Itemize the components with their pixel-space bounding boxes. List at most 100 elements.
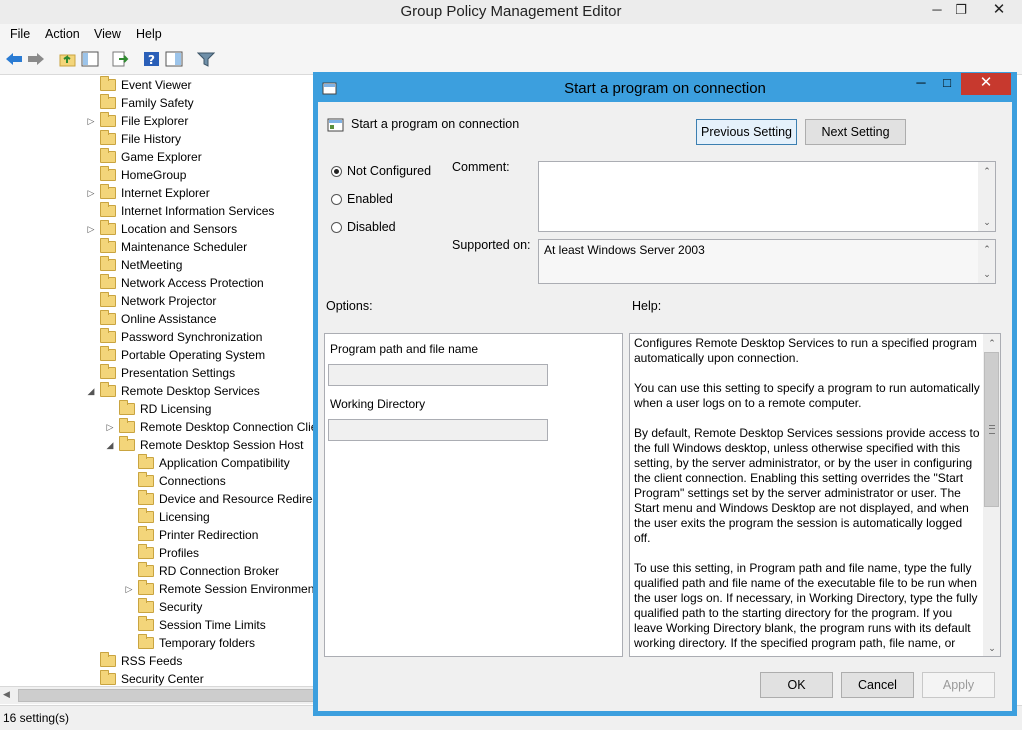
working-dir-label: Working Directory (330, 397, 426, 411)
svg-text:?: ? (148, 53, 155, 67)
folder-icon (138, 543, 154, 559)
comment-scroll-down-icon[interactable]: ⌄ (979, 214, 995, 230)
supported-on-field: At least Windows Server 2003 ⌃ ⌄ (538, 239, 996, 284)
collapsed-arrow-icon[interactable]: ▷ (105, 418, 115, 436)
menu-action[interactable]: Action (45, 27, 80, 41)
menu-view[interactable]: View (94, 27, 121, 41)
tree-item[interactable]: Presentation Settings (100, 363, 235, 382)
tree-horizontal-scrollbar[interactable]: ◀ (0, 686, 316, 704)
help-scroll-up-icon[interactable]: ⌃ (984, 335, 1000, 351)
policy-tree[interactable]: Event Viewer Family Safety ▷ File Explorer F… (0, 76, 317, 686)
back-arrow-icon[interactable] (4, 50, 24, 68)
tree-item[interactable]: Password Synchronization (100, 327, 262, 346)
tree-item[interactable]: Network Projector (100, 291, 216, 310)
tree-item[interactable]: File History (100, 129, 181, 148)
comment-scroll-up-icon[interactable]: ⌃ (979, 163, 995, 179)
radio-not-configured[interactable] (331, 166, 342, 177)
scroll-thumb[interactable] (18, 689, 316, 702)
radio-disabled[interactable] (331, 222, 342, 233)
supported-scroll-down-icon[interactable]: ⌄ (979, 266, 995, 282)
tree-item[interactable]: Temporary folders (138, 633, 255, 652)
tree-item[interactable]: Device and Resource Redirection (138, 489, 316, 508)
close-button[interactable]: ✕ (984, 0, 1014, 22)
help-icon[interactable]: ? (142, 50, 162, 68)
collapsed-arrow-icon[interactable]: ▷ (86, 112, 96, 130)
menu-file[interactable]: File (10, 27, 30, 41)
tree-item[interactable]: Profiles (138, 543, 199, 562)
tree-item[interactable]: Application Compatibility (138, 453, 290, 472)
tree-item[interactable]: Family Safety (100, 93, 194, 112)
folder-icon (100, 93, 116, 109)
apply-button[interactable]: Apply (922, 672, 995, 698)
comment-textarea[interactable]: ⌃ ⌄ (538, 161, 996, 232)
working-dir-input[interactable] (328, 419, 548, 441)
up-folder-icon[interactable] (58, 50, 78, 68)
tree-item[interactable]: Internet Information Services (100, 201, 274, 220)
folder-icon (100, 669, 116, 685)
tree-item[interactable]: ◢ Remote Desktop Services (88, 381, 260, 400)
tree-item[interactable]: Licensing (138, 507, 210, 526)
tree-item[interactable]: ▷ Remote Session Environment (126, 579, 316, 598)
tree-item[interactable]: Event Viewer (100, 76, 191, 94)
tree-item-label: Family Safety (121, 96, 194, 110)
tree-item[interactable]: HomeGroup (100, 165, 186, 184)
export-list-icon[interactable] (110, 50, 130, 68)
tree-item[interactable]: ▷ File Explorer (88, 111, 188, 130)
collapsed-arrow-icon[interactable]: ▷ (124, 580, 134, 598)
tree-item[interactable]: ▷ Internet Explorer (88, 183, 210, 202)
tree-item[interactable]: Security Center (100, 669, 204, 686)
tree-item[interactable]: Security (138, 597, 202, 616)
tree-item[interactable]: Portable Operating System (100, 345, 265, 364)
tree-item[interactable]: Printer Redirection (138, 525, 258, 544)
tree-item-label: RD Licensing (140, 402, 212, 416)
radio-not-configured-label[interactable]: Not Configured (347, 164, 431, 178)
ok-button[interactable]: OK (760, 672, 833, 698)
tree-item[interactable]: ▷ Location and Sensors (88, 219, 237, 238)
help-scroll-down-icon[interactable]: ⌄ (984, 640, 1000, 656)
show-hide-tree-icon[interactable] (80, 50, 100, 68)
menu-help[interactable]: Help (136, 27, 162, 41)
folder-icon (100, 129, 116, 145)
collapsed-arrow-icon[interactable]: ▷ (86, 184, 96, 202)
tree-item[interactable]: Online Assistance (100, 309, 216, 328)
expanded-arrow-icon[interactable]: ◢ (86, 382, 96, 400)
folder-icon (138, 489, 154, 505)
tree-item[interactable]: Session Time Limits (138, 615, 266, 634)
cancel-button[interactable]: Cancel (841, 672, 914, 698)
tree-item[interactable]: NetMeeting (100, 255, 182, 274)
filter-icon[interactable] (196, 50, 216, 68)
next-setting-button[interactable]: Next Setting (805, 119, 906, 145)
tree-item[interactable]: ◢ Remote Desktop Session Host (107, 435, 303, 454)
program-path-input[interactable] (328, 364, 548, 386)
tree-item-label: RD Connection Broker (159, 564, 280, 578)
dialog-maximize-button[interactable]: □ (934, 73, 960, 95)
tree-item[interactable]: ▷ Remote Desktop Connection Client (107, 417, 317, 436)
tree-item[interactable]: RSS Feeds (100, 651, 182, 670)
tree-item-label: Network Access Protection (121, 276, 264, 290)
folder-icon (100, 201, 116, 217)
folder-icon (100, 363, 116, 379)
radio-enabled[interactable] (331, 194, 342, 205)
forward-arrow-icon[interactable] (26, 50, 46, 68)
radio-disabled-label[interactable]: Disabled (347, 220, 396, 234)
tree-item[interactable]: Game Explorer (100, 147, 202, 166)
tree-item[interactable]: Network Access Protection (100, 273, 264, 292)
tree-item[interactable]: Connections (138, 471, 226, 490)
supported-scroll-up-icon[interactable]: ⌃ (979, 241, 995, 257)
restore-button[interactable]: ❐ (946, 0, 976, 22)
scroll-left-icon[interactable]: ◀ (3, 689, 10, 700)
expanded-arrow-icon[interactable]: ◢ (105, 436, 115, 454)
dialog-minimize-button[interactable]: ─ (908, 73, 934, 95)
dialog-close-button[interactable]: ✕ (961, 73, 1011, 95)
previous-setting-button[interactable]: Previous Setting (696, 119, 797, 145)
tree-item[interactable]: RD Connection Broker (138, 561, 280, 580)
tree-item[interactable]: RD Licensing (119, 399, 212, 418)
properties-icon[interactable] (164, 50, 184, 68)
folder-icon (138, 615, 154, 631)
tree-item-label: Remote Desktop Connection Client (140, 420, 317, 434)
radio-enabled-label[interactable]: Enabled (347, 192, 393, 206)
folder-icon (100, 327, 116, 343)
collapsed-arrow-icon[interactable]: ▷ (86, 220, 96, 238)
help-scroll-thumb[interactable] (984, 352, 999, 507)
tree-item[interactable]: Maintenance Scheduler (100, 237, 247, 256)
